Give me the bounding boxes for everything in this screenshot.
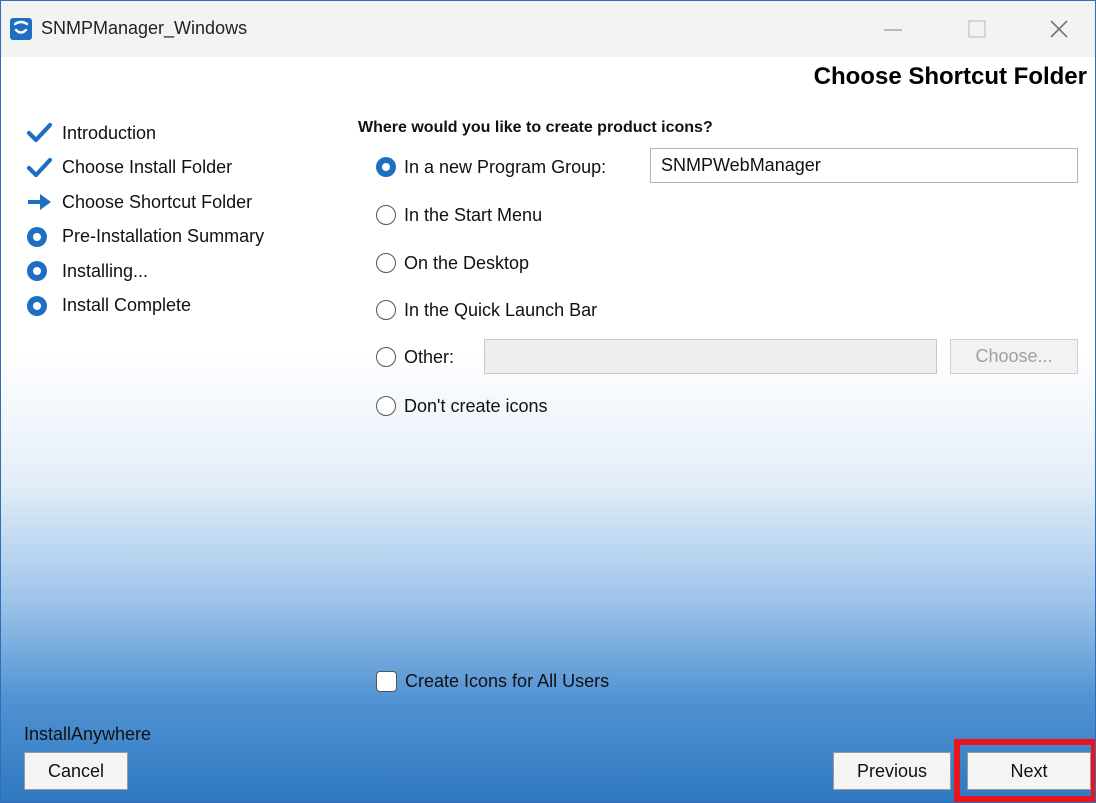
question-label: Where would you like to create product i… (358, 119, 713, 136)
page-title: Choose Shortcut Folder (813, 63, 1087, 90)
checkmark-icon (26, 122, 53, 144)
installer-window: SNMPManager_Windows Choose Shortcut Fold… (0, 0, 1096, 803)
option-desktop[interactable]: On the Desktop (376, 250, 529, 276)
step-label: Choose Install Folder (62, 157, 233, 178)
radio-button[interactable] (376, 253, 396, 273)
option-label: In a new Program Group: (404, 156, 607, 177)
steps-list: Introduction Choose Install Folder Choos… (26, 116, 264, 323)
step-label: Choose Shortcut Folder (62, 191, 253, 212)
minimize-button[interactable] (863, 1, 923, 57)
step-choose-shortcut-folder: Choose Shortcut Folder (26, 185, 264, 220)
option-label: Other: (404, 346, 455, 367)
pending-circle-icon (26, 260, 52, 282)
all-users-option[interactable]: Create Icons for All Users (376, 668, 609, 694)
app-icon (10, 18, 32, 40)
option-dont-create-icons[interactable]: Don't create icons (376, 393, 548, 419)
option-other[interactable]: Other: (376, 344, 454, 370)
radio-button[interactable] (376, 347, 396, 367)
option-label: In the Start Menu (404, 204, 543, 225)
pending-circle-icon (26, 295, 52, 317)
step-choose-install-folder: Choose Install Folder (26, 151, 264, 186)
radio-button[interactable] (376, 300, 396, 320)
step-install-complete: Install Complete (26, 289, 264, 324)
arrow-right-icon (26, 191, 52, 213)
option-quick-launch-bar[interactable]: In the Quick Launch Bar (376, 297, 597, 323)
radio-button[interactable] (376, 205, 396, 225)
step-installing: Installing... (26, 254, 264, 289)
option-start-menu[interactable]: In the Start Menu (376, 202, 542, 228)
maximize-button[interactable] (947, 1, 1007, 57)
step-label: Pre-Installation Summary (62, 226, 265, 247)
window-title: SNMPManager_Windows (41, 18, 248, 38)
choose-button: Choose... (950, 339, 1078, 374)
step-introduction: Introduction (26, 116, 264, 151)
step-label: Introduction (62, 122, 157, 143)
option-label: Don't create icons (404, 395, 548, 416)
option-label: On the Desktop (404, 252, 530, 273)
radio-button[interactable] (376, 396, 396, 416)
checkmark-icon (26, 157, 53, 179)
all-users-label: Create Icons for All Users (405, 670, 610, 691)
option-label: In the Quick Launch Bar (404, 299, 598, 320)
step-pre-installation-summary: Pre-Installation Summary (26, 220, 264, 255)
step-label: Install Complete (62, 295, 192, 316)
highlight-box (954, 739, 1095, 802)
radio-button-selected[interactable] (376, 157, 396, 177)
all-users-checkbox[interactable] (376, 670, 397, 692)
cancel-button[interactable]: Cancel (24, 752, 128, 790)
brand-label: InstallAnywhere (24, 724, 152, 744)
option-new-program-group[interactable]: In a new Program Group: (376, 154, 606, 180)
step-label: Installing... (62, 260, 149, 281)
title-bar: SNMPManager_Windows (1, 1, 1095, 57)
pending-circle-icon (26, 226, 52, 248)
previous-button[interactable]: Previous (833, 752, 951, 790)
program-group-input[interactable] (650, 148, 1078, 183)
close-button[interactable] (1029, 1, 1089, 57)
other-path-input (484, 339, 937, 374)
